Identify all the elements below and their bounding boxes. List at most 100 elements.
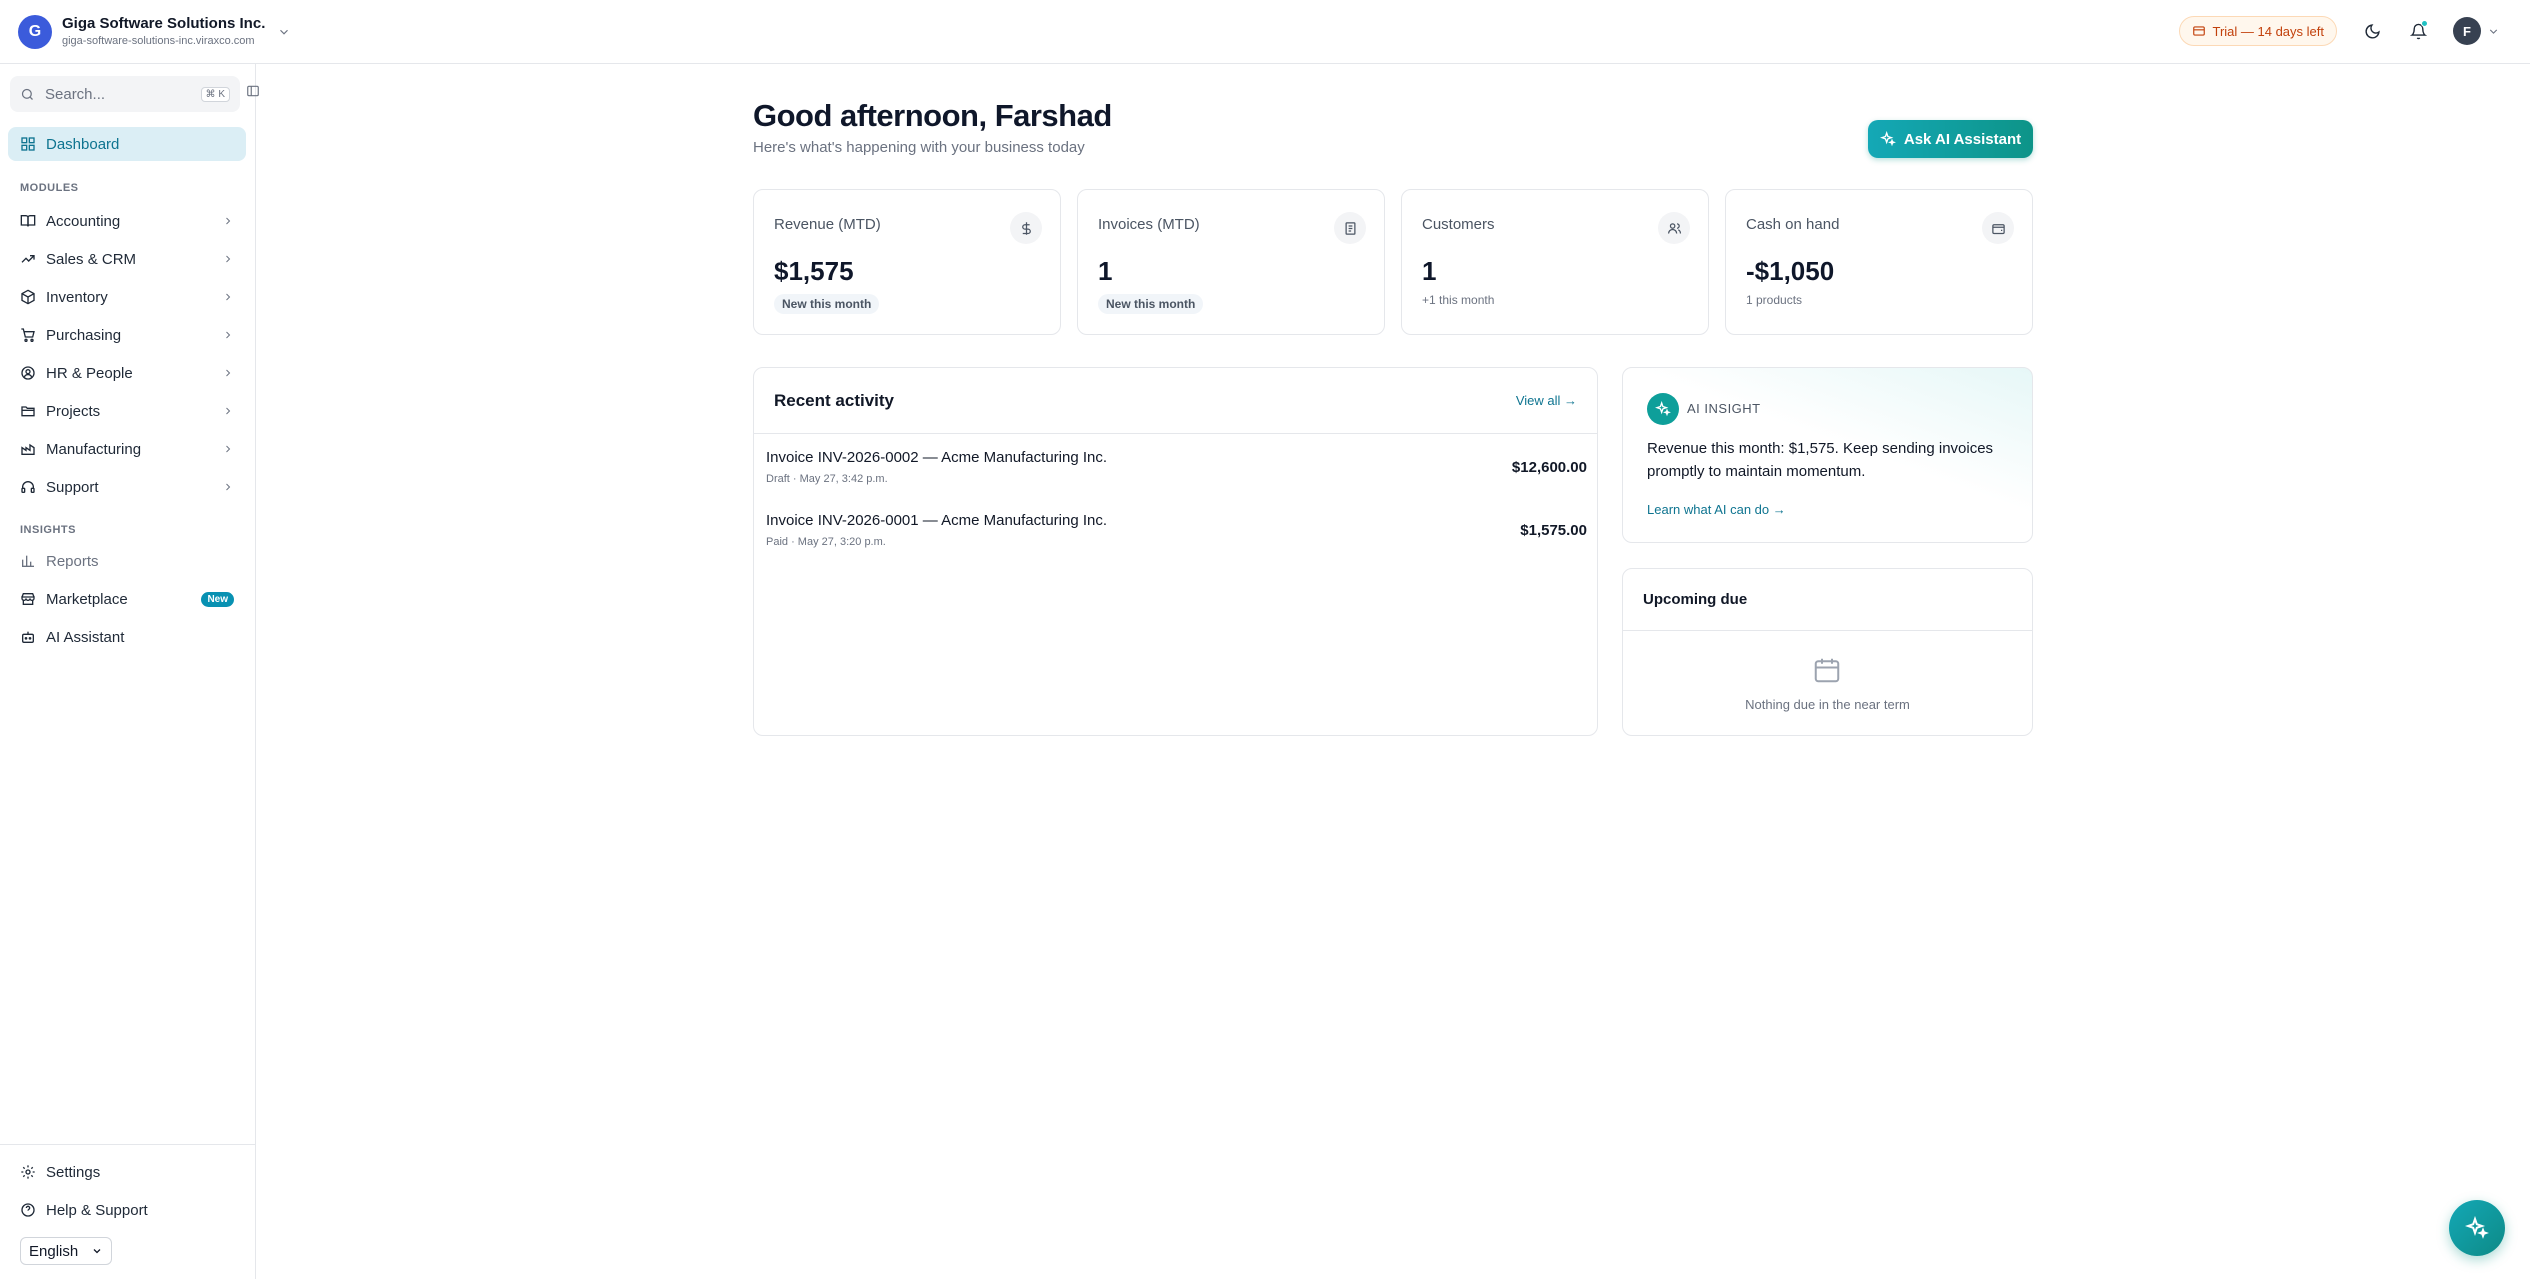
activity-amount: $12,600.00 xyxy=(1511,459,1587,476)
upcoming-due-header: Upcoming due xyxy=(1623,569,2032,631)
stat-card-invoices[interactable]: Invoices (MTD) 1 New this month xyxy=(1077,189,1385,335)
chevron-right-icon xyxy=(222,405,234,417)
sidebar-item-label: Help & Support xyxy=(46,1201,148,1219)
search-shortcut: ⌘ K xyxy=(200,86,230,102)
activity-meta: Paid · May 27, 3:20 p.m. xyxy=(766,536,886,548)
activity-row[interactable]: Invoice INV-2026-0002 — Acme Manufacturi… xyxy=(766,439,1587,489)
sidebar-item-ai-assistant[interactable]: AI Assistant xyxy=(8,620,246,654)
sidebar-item-marketplace[interactable]: Marketplace New xyxy=(8,582,246,616)
new-badge: New xyxy=(201,591,234,607)
trial-badge[interactable]: Trial — 14 days left xyxy=(2179,16,2337,46)
chevron-right-icon xyxy=(222,291,234,303)
chevron-down-icon[interactable] xyxy=(277,25,291,39)
chevron-right-icon xyxy=(222,215,234,227)
book-icon xyxy=(20,213,36,229)
stat-title: Invoices (MTD) xyxy=(1098,216,1200,233)
gear-icon xyxy=(20,1164,36,1180)
sidebar-item-label: AI Assistant xyxy=(46,628,125,646)
stat-card-cash[interactable]: Cash on hand -$1,050 1 products xyxy=(1725,189,2033,335)
sidebar-item-label: Projects xyxy=(46,402,101,420)
activity-row[interactable]: Invoice INV-2026-0001 — Acme Manufacturi… xyxy=(766,502,1587,552)
sidebar-item-support[interactable]: Support xyxy=(8,470,246,504)
upcoming-due-card: Upcoming due Nothing due in the near ter… xyxy=(1622,568,2033,736)
bell-icon[interactable] xyxy=(2407,20,2429,42)
user-menu[interactable]: F xyxy=(2453,17,2500,45)
chevron-down-icon xyxy=(2487,25,2500,38)
wallet-icon xyxy=(1982,212,2014,244)
sidebar-item-label: HR & People xyxy=(46,364,133,382)
sidebar-item-label: Dashboard xyxy=(46,135,120,153)
cart-icon xyxy=(20,327,36,343)
search-input[interactable]: Search... ⌘ K xyxy=(10,76,240,112)
chevron-right-icon xyxy=(222,481,234,493)
robot-icon xyxy=(20,629,36,645)
sidebar-item-manufacturing[interactable]: Manufacturing xyxy=(8,432,246,466)
bar-chart-icon xyxy=(20,553,36,569)
sidebar-item-sales-crm[interactable]: Sales & CRM xyxy=(8,242,246,276)
ai-insight-text: Revenue this month: $1,575. Keep sending… xyxy=(1647,440,1994,480)
ask-ai-label: Ask AI Assistant xyxy=(1903,130,2022,148)
stat-card-customers[interactable]: Customers 1 +1 this month xyxy=(1401,189,1709,335)
ai-assistant-fab[interactable] xyxy=(2449,1200,2505,1256)
receipt-icon xyxy=(1334,212,1366,244)
moon-icon[interactable] xyxy=(2361,20,2383,42)
sidebar-item-label: Settings xyxy=(46,1163,101,1181)
insights-section-label: INSIGHTS xyxy=(20,524,76,536)
org-domain: giga-software-solutions-inc.viraxco.com xyxy=(62,34,255,47)
sidebar-collapse-icon[interactable] xyxy=(246,84,260,98)
users-icon xyxy=(1658,212,1690,244)
recent-activity-title: Recent activity xyxy=(774,390,894,410)
upcoming-due-title: Upcoming due xyxy=(1643,591,1748,608)
activity-title: Invoice INV-2026-0002 — Acme Manufacturi… xyxy=(766,449,1108,466)
user-avatar: F xyxy=(2453,17,2481,45)
chevron-right-icon xyxy=(222,443,234,455)
stat-value: 1 xyxy=(1098,256,1113,286)
sparkles-icon xyxy=(1647,393,1679,425)
chevron-right-icon xyxy=(222,367,234,379)
org-avatar[interactable]: G xyxy=(18,14,52,49)
recent-activity-header: Recent activity View all → xyxy=(754,368,1597,434)
store-icon xyxy=(20,591,36,607)
factory-icon xyxy=(20,441,36,457)
sidebar-item-purchasing[interactable]: Purchasing xyxy=(8,318,246,352)
trial-label: Trial — 14 days left xyxy=(2212,23,2324,39)
sidebar-item-settings[interactable]: Settings xyxy=(8,1155,246,1189)
user-circle-icon xyxy=(20,365,36,381)
sidebar-item-help[interactable]: Help & Support xyxy=(8,1193,246,1227)
activity-title: Invoice INV-2026-0001 — Acme Manufacturi… xyxy=(766,512,1108,529)
learn-ai-link[interactable]: Learn what AI can do → xyxy=(1647,502,1786,517)
sparkles-icon xyxy=(1879,131,1896,147)
view-all-link[interactable]: View all → xyxy=(1516,393,1577,408)
headset-icon xyxy=(20,479,36,495)
sidebar-item-hr-people[interactable]: HR & People xyxy=(8,356,246,390)
grid-icon xyxy=(20,136,36,152)
calendar-icon xyxy=(1812,654,1842,686)
stat-value: -$1,050 xyxy=(1746,256,1835,286)
search-icon xyxy=(20,87,35,102)
credit-card-icon xyxy=(2192,24,2206,38)
sidebar: Search... ⌘ K Dashboard MODULES Accounti… xyxy=(0,64,259,1279)
sidebar-item-dashboard[interactable]: Dashboard xyxy=(8,127,246,161)
chevron-right-icon xyxy=(222,329,234,341)
page-subtitle: Here's what's happening with your busine… xyxy=(753,139,1085,156)
stat-title: Cash on hand xyxy=(1746,216,1840,233)
language-value: English xyxy=(29,1242,79,1260)
stat-note: New this month xyxy=(1098,294,1204,314)
sidebar-item-label: Reports xyxy=(46,552,99,570)
stat-note: +1 this month xyxy=(1422,293,1495,307)
activity-meta: Draft · May 27, 3:42 p.m. xyxy=(766,473,888,485)
sidebar-item-reports[interactable]: Reports xyxy=(8,544,246,578)
stat-title: Customers xyxy=(1422,216,1495,233)
sidebar-item-projects[interactable]: Projects xyxy=(8,394,246,428)
sidebar-item-inventory[interactable]: Inventory xyxy=(8,280,246,314)
trending-up-icon xyxy=(20,251,36,267)
ask-ai-assistant-button[interactable]: Ask AI Assistant xyxy=(1868,120,2033,158)
language-select[interactable]: English xyxy=(20,1237,112,1265)
sidebar-item-accounting[interactable]: Accounting xyxy=(8,204,246,238)
stat-card-revenue[interactable]: Revenue (MTD) $1,575 New this month xyxy=(753,189,1061,335)
help-circle-icon xyxy=(20,1202,36,1218)
sidebar-item-label: Marketplace xyxy=(46,590,128,608)
org-switcher[interactable]: Giga Software Solutions Inc. giga-softwa… xyxy=(62,15,265,48)
modules-section-label: MODULES xyxy=(20,182,79,194)
chevron-right-icon xyxy=(222,253,234,265)
